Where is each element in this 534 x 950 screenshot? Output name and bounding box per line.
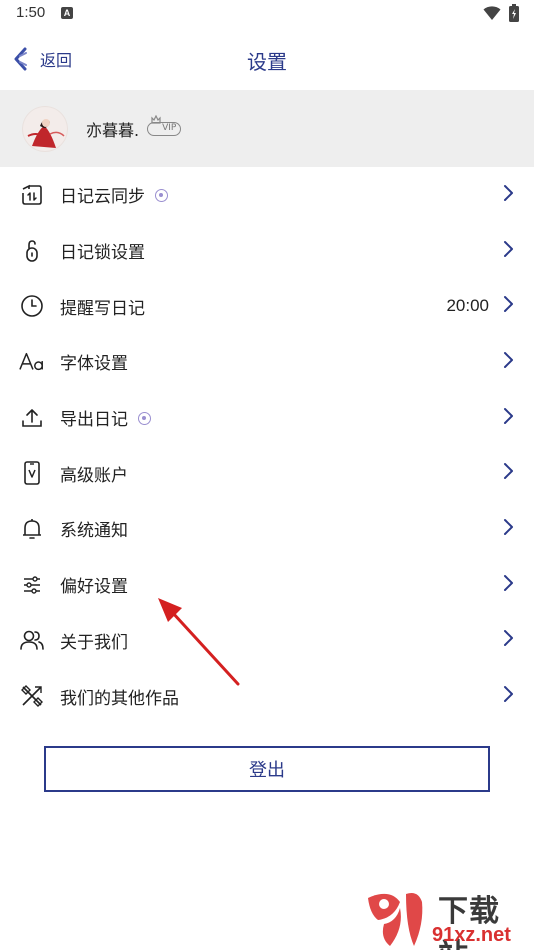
vip-badge: VIP [147, 114, 182, 136]
menu-item-about[interactable]: 关于我们 [0, 613, 534, 669]
chevron-right-icon [502, 407, 514, 429]
premium-dot-icon [138, 411, 151, 425]
menu-item-other-works[interactable]: 我们的其他作品 [0, 668, 534, 724]
menu-item-preferences[interactable]: 偏好设置 [0, 557, 534, 613]
watermark-logo-icon [368, 893, 423, 946]
chevron-right-icon [502, 295, 514, 317]
settings-menu: 日记云同步 日记锁设置 提醒写日记 20:00 字体设置 导出日记 高级账户 系… [0, 167, 534, 724]
chevron-right-icon [502, 184, 514, 206]
menu-label: 提醒写日记 [60, 298, 145, 319]
chevron-right-icon [502, 629, 514, 651]
chevron-right-icon [502, 462, 514, 484]
menu-item-cloud-sync[interactable]: 日记云同步 [0, 167, 534, 223]
username: 亦暮暮. [86, 120, 140, 140]
menu-label-text: 日记云同步 [60, 187, 145, 208]
lock-icon [19, 238, 45, 264]
status-bar: 1:50 A [0, 0, 534, 28]
chevron-right-icon [502, 685, 514, 707]
crown-icon [151, 114, 161, 124]
tools-icon [19, 683, 45, 709]
menu-label: 系统通知 [60, 521, 128, 542]
chevron-right-icon [502, 574, 514, 596]
status-time: 1:50 [16, 4, 46, 21]
logout-button[interactable]: 登出 [44, 746, 490, 792]
font-icon [19, 349, 45, 375]
menu-item-export[interactable]: 导出日记 [0, 390, 534, 446]
menu-item-font[interactable]: 字体设置 [0, 334, 534, 390]
menu-label: 关于我们 [60, 632, 128, 653]
users-icon [19, 627, 45, 653]
menu-label: 字体设置 [60, 354, 128, 375]
annotation-arrow-icon [158, 598, 240, 686]
reminder-time: 20:00 [446, 296, 489, 316]
premium-account-icon [19, 460, 45, 486]
menu-label: 高级账户 [60, 465, 128, 486]
wifi-icon [483, 5, 501, 25]
profile-row[interactable]: 亦暮暮. VIP [0, 90, 534, 167]
chevron-right-icon [502, 351, 514, 373]
export-icon [19, 405, 45, 431]
chevron-right-icon [502, 518, 514, 540]
menu-label: 日记云同步 [60, 182, 168, 207]
bell-icon [19, 516, 45, 542]
watermark: 下载站 91xz.net [360, 886, 530, 950]
sliders-icon [19, 572, 45, 598]
menu-item-premium[interactable]: 高级账户 [0, 445, 534, 501]
watermark-url: 91xz.net [432, 924, 511, 946]
menu-item-reminder[interactable]: 提醒写日记 20:00 [0, 278, 534, 334]
notification-icon: A [61, 7, 73, 19]
nav-bar: 返回 设置 [0, 34, 534, 84]
battery-icon [509, 4, 519, 26]
menu-label: 导出日记 [60, 405, 151, 430]
avatar[interactable] [22, 105, 68, 152]
menu-label: 日记锁设置 [60, 243, 145, 264]
premium-dot-icon [155, 188, 168, 202]
menu-label: 偏好设置 [60, 577, 128, 598]
vip-label: VIP [162, 122, 177, 133]
page-title: 设置 [247, 50, 287, 74]
menu-item-notifications[interactable]: 系统通知 [0, 501, 534, 557]
menu-item-lock[interactable]: 日记锁设置 [0, 223, 534, 279]
clock-icon [19, 293, 45, 319]
menu-label-text: 导出日记 [60, 410, 128, 431]
chevron-right-icon [502, 240, 514, 262]
cloud-sync-icon [19, 182, 45, 208]
